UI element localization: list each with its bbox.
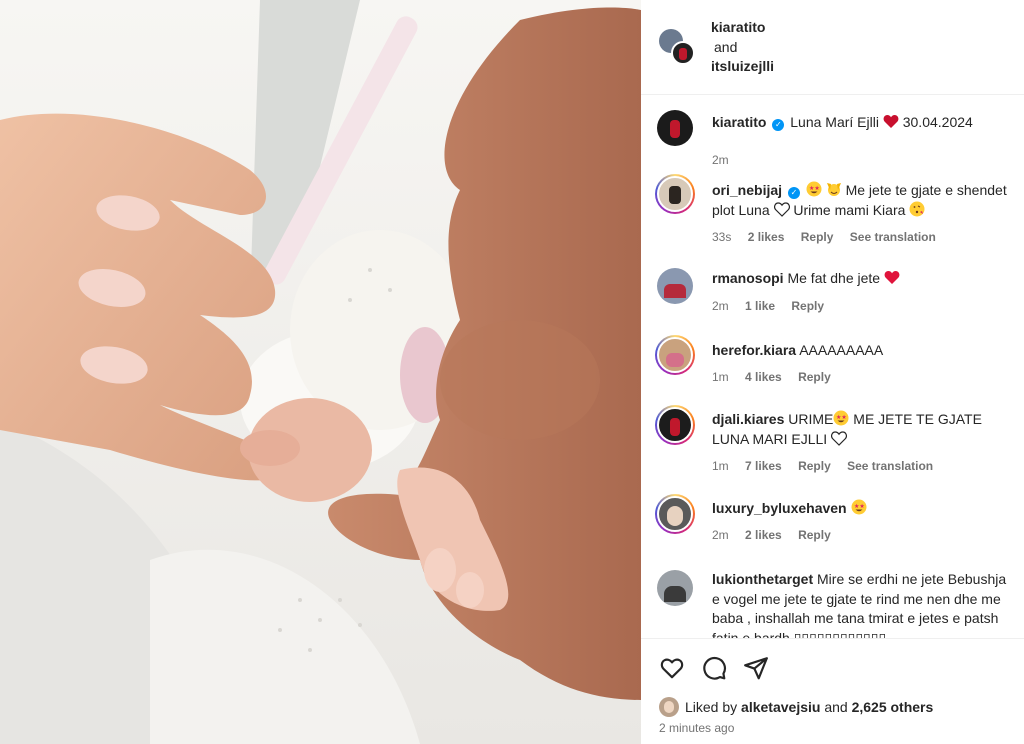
likes-count[interactable]: 2,625 others [852, 699, 934, 715]
avatar[interactable] [655, 405, 695, 445]
raised-hands-emoji [826, 183, 841, 196]
comment-user[interactable]: djali.kiares [712, 411, 784, 427]
comment-likes[interactable]: 1 like [745, 299, 775, 313]
avatar[interactable] [657, 110, 693, 146]
reply-button[interactable]: Reply [798, 528, 831, 542]
comment-meta: 2m [712, 153, 742, 167]
comment-meta: 2m 2 likes Reply [712, 528, 844, 542]
newborn-hands-photo [0, 0, 641, 744]
svg-text:★★: ★★ [854, 503, 865, 510]
comment-user[interactable]: ori_nebijaj [712, 182, 782, 198]
liked-by-prefix: Liked by [685, 699, 738, 715]
heart-icon[interactable] [659, 655, 685, 681]
comment-meta: 1m 7 likes Reply See translation [712, 459, 946, 473]
post-actions: Liked by alketavejsiu and 2,625 others 2… [641, 638, 1024, 744]
comment-user[interactable]: luxury_byluxehaven [712, 500, 847, 516]
comment-time[interactable]: 33s [712, 230, 731, 244]
post-timestamp[interactable]: 2 minutes ago [659, 721, 734, 735]
post-side-panel: kiaratito and itsluizejlli kiaratito ✓ L… [641, 0, 1024, 744]
avatar[interactable] [657, 268, 693, 304]
reply-button[interactable]: Reply [798, 370, 831, 384]
comment-icon[interactable] [701, 655, 727, 681]
avatar[interactable] [657, 570, 693, 606]
svg-text:★★: ★★ [836, 414, 847, 421]
comment-time[interactable]: 1m [712, 370, 729, 384]
collab-avatars[interactable] [659, 29, 695, 65]
see-translation-button[interactable]: See translation [847, 459, 933, 473]
collab-user-2[interactable]: itsluizejlli [711, 57, 774, 77]
kiss-emoji [909, 201, 925, 216]
collab-names: kiaratito and itsluizejlli [711, 18, 774, 77]
collab-and: and [714, 38, 738, 55]
share-icon[interactable] [743, 655, 769, 681]
reply-button[interactable]: Reply [801, 230, 834, 244]
red-heart-emoji [883, 115, 899, 128]
comment-time[interactable]: 1m [712, 459, 729, 473]
comment-likes[interactable]: 2 likes [748, 230, 785, 244]
comment-likes[interactable]: 2 likes [745, 528, 782, 542]
comments-list[interactable]: kiaratito ✓ Luna Marí Ejlli 30.04.2024 2… [641, 96, 1024, 638]
verified-badge-icon: ✓ [787, 187, 800, 199]
comment-user[interactable]: rmanosopi [712, 270, 784, 286]
comment-text: rmanosopi Me fat dhe jete [712, 269, 1014, 289]
verified-badge-icon: ✓ [772, 119, 785, 131]
comment-meta: 1m 4 likes Reply [712, 370, 844, 384]
comment-meta: 33s 2 likes Reply See translation [712, 230, 949, 244]
white-heart-emoji [773, 201, 790, 217]
see-translation-button[interactable]: See translation [850, 230, 936, 244]
comment-likes[interactable]: 4 likes [745, 370, 782, 384]
comment-likes[interactable]: 7 likes [745, 459, 782, 473]
collab-user-1[interactable]: kiaratito [711, 18, 774, 38]
comment-user[interactable]: lukionthetarget [712, 571, 813, 587]
comment-body: URIME [788, 411, 834, 427]
star-struck-emoji: ★★ [851, 499, 867, 515]
reply-button[interactable]: Reply [791, 299, 824, 313]
comment-meta: 2m 1 like Reply [712, 299, 837, 313]
comment-text: djali.kiares URIME ★★ ME JETE TE GJATE LU… [712, 410, 1014, 449]
comment-user[interactable]: herefor.kiara [712, 342, 796, 358]
star-struck-emoji: ★★ [833, 410, 849, 426]
comment-body: AAAAAAAAA [799, 342, 884, 358]
post-header: kiaratito and itsluizejlli [641, 0, 1024, 95]
post-photo[interactable] [0, 0, 641, 744]
star-struck-emoji: ★★ [806, 181, 822, 197]
comment-time[interactable]: 2m [712, 528, 729, 542]
comment-text: herefor.kiara AAAAAAAAA [712, 341, 1014, 361]
comment-body-2: Urime mami Kiara [793, 201, 906, 218]
comment-text: ori_nebijaj ✓ ★★ Me jete te gjate e shen… [712, 181, 1014, 220]
caption-body: Luna Marí Ejlli [790, 114, 879, 130]
avatar[interactable] [655, 174, 695, 214]
comment-time[interactable]: 2m [712, 153, 729, 167]
comment-text: lukionthetarget Mire se erdhi ne jete Be… [712, 570, 1014, 638]
liked-by-and: and [824, 699, 848, 715]
caption-date: 30.04.2024 [902, 114, 973, 130]
white-heart-emoji [831, 430, 848, 446]
comment-time[interactable]: 2m [712, 299, 729, 313]
avatar[interactable] [655, 335, 695, 375]
comment-user[interactable]: kiaratito [712, 114, 766, 130]
svg-text:★★: ★★ [809, 185, 820, 192]
avatar[interactable] [671, 41, 695, 65]
reply-button[interactable]: Reply [798, 459, 831, 473]
likes-summary: Liked by alketavejsiu and 2,625 others [685, 698, 933, 716]
comment-text: luxury_byluxehaven ★★ [712, 499, 1014, 519]
avatar[interactable] [659, 697, 679, 717]
caption-text: kiaratito ✓ Luna Marí Ejlli 30.04.2024 [712, 113, 1014, 133]
avatar[interactable] [655, 494, 695, 534]
liked-by-user[interactable]: alketavejsiu [741, 699, 820, 715]
red-heart-emoji [884, 271, 900, 284]
comment-body: Me fat dhe jete [787, 270, 881, 286]
